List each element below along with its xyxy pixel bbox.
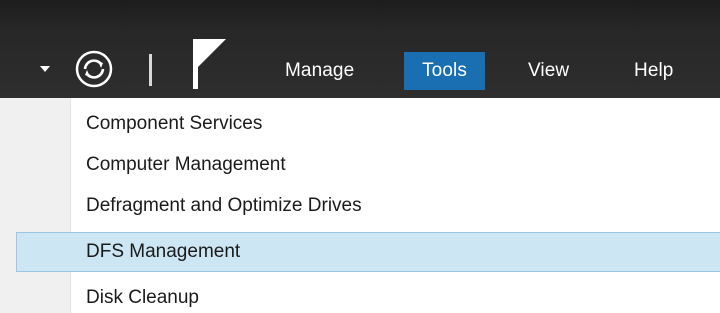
refresh-button[interactable] [74, 49, 114, 89]
menu-tools[interactable]: Tools [404, 52, 485, 90]
tools-dropdown-menu: Component Services Computer Management D… [0, 98, 720, 313]
refresh-icon [75, 50, 113, 88]
menu-help[interactable]: Help [634, 52, 673, 90]
menu-item-label: Defragment and Optimize Drives [86, 195, 362, 216]
menu-item-label: DFS Management [86, 241, 241, 262]
notifications-flag-icon [193, 39, 226, 89]
toolbar-separator [149, 54, 152, 86]
title-bar: Manage Tools View Help [0, 0, 720, 98]
menu-item-defragment-drives[interactable]: Defragment and Optimize Drives [0, 186, 720, 226]
notifications-button[interactable] [190, 37, 228, 91]
menu-item-label: Computer Management [86, 154, 286, 175]
dropdown-arrow-icon[interactable] [40, 66, 50, 72]
menu-manage[interactable]: Manage [285, 52, 354, 90]
menu-item-label: Component Services [86, 113, 263, 134]
server-manager-window: Manage Tools View Help Component Service… [0, 0, 720, 313]
menu-item-component-services[interactable]: Component Services [0, 104, 720, 144]
menu-item-dfs-management[interactable]: DFS Management [16, 232, 720, 272]
menu-item-label: Disk Cleanup [86, 287, 199, 308]
menu-view[interactable]: View [528, 52, 569, 90]
menu-item-disk-cleanup[interactable]: Disk Cleanup [0, 278, 720, 313]
menu-item-computer-management[interactable]: Computer Management [0, 145, 720, 185]
